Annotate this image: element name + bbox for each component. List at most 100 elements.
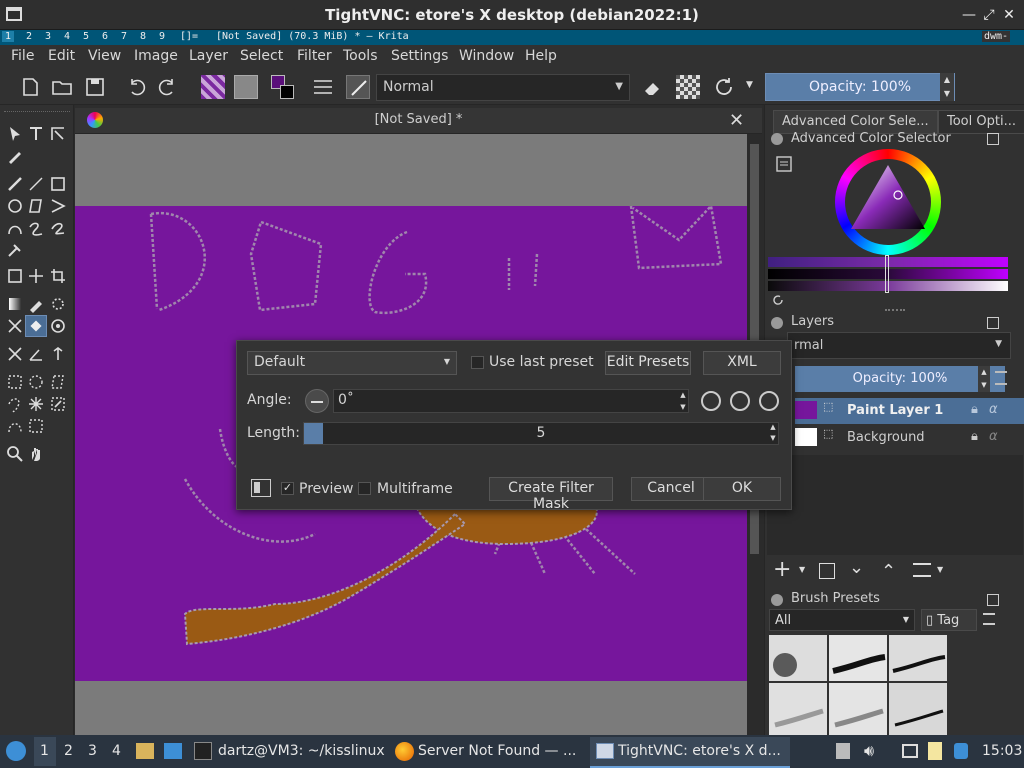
bluetooth-icon[interactable]: [954, 743, 968, 759]
enclose-fill-tool-icon[interactable]: [49, 317, 67, 335]
angle-snap-icon[interactable]: [701, 391, 721, 411]
pattern-icon[interactable]: [234, 75, 258, 99]
dwm-tag-6[interactable]: 6: [102, 31, 108, 42]
xml-button[interactable]: XML: [703, 351, 781, 375]
float-docker-icon[interactable]: [987, 133, 999, 145]
menu-help[interactable]: Help: [525, 48, 557, 64]
move-tool-icon[interactable]: [27, 267, 45, 285]
network-icon[interactable]: [902, 744, 918, 758]
bezier-select-tool-icon[interactable]: [6, 417, 24, 435]
workspace-4[interactable]: 4: [112, 743, 121, 759]
layer-row-paint-layer-1[interactable]: ⬚ Paint Layer 1 🔒︎ α: [795, 398, 1024, 424]
undo-icon[interactable]: [124, 75, 148, 99]
magnetic-select-tool-icon[interactable]: [27, 417, 45, 435]
edit-shapes-tool-icon[interactable]: [49, 125, 67, 143]
gradient-tool-icon[interactable]: [6, 295, 24, 313]
task-terminal[interactable]: dartz@VM3: ~/kisslinux: [218, 743, 385, 759]
length-slider[interactable]: 5: [303, 422, 779, 445]
dwm-tag-4[interactable]: 4: [64, 31, 70, 42]
file-manager-icon[interactable]: [136, 743, 154, 759]
calligraphy-tool-icon[interactable]: [6, 147, 24, 165]
crop-tool-icon[interactable]: [49, 267, 67, 285]
angle-rotate-icon[interactable]: [730, 391, 750, 411]
brush-filter-select[interactable]: All ▼: [769, 609, 915, 631]
docker-lock-icon[interactable]: [771, 317, 783, 329]
layer-menu-icon[interactable]: [995, 371, 1007, 385]
pan-tool-icon[interactable]: [27, 445, 45, 463]
layer-row-background[interactable]: ⬚ Background 🔒︎ α: [795, 425, 1024, 451]
edit-presets-button[interactable]: Edit Presets: [605, 351, 691, 375]
polygon-select-tool-icon[interactable]: [49, 373, 67, 391]
docker-lock-icon[interactable]: [771, 594, 783, 606]
move-layer-up-icon[interactable]: ⌃: [881, 561, 896, 582]
color-wheel[interactable]: [835, 149, 941, 255]
menu-image[interactable]: Image: [134, 48, 178, 64]
tightvnc-icon[interactable]: [596, 743, 614, 759]
gradient-icon[interactable]: [201, 75, 225, 99]
duplicate-layer-icon[interactable]: [819, 563, 835, 579]
angle-input[interactable]: 0˚: [333, 389, 689, 413]
cancel-button[interactable]: Cancel: [631, 477, 711, 501]
lock-icon[interactable]: 🔒︎: [971, 402, 978, 417]
multiframe-checkbox[interactable]: [358, 482, 371, 495]
add-layer-icon[interactable]: +: [773, 557, 791, 582]
dwm-tag-1[interactable]: 1: [2, 31, 14, 42]
similar-select-tool-icon[interactable]: [49, 395, 67, 413]
start-menu-icon[interactable]: [6, 741, 26, 761]
float-docker-icon[interactable]: [987, 594, 999, 606]
dwm-tag-9[interactable]: 9: [159, 31, 165, 42]
chevron-down-icon[interactable]: ▼: [799, 565, 805, 574]
menu-tools[interactable]: Tools: [343, 48, 378, 64]
ellipse-tool-icon[interactable]: [6, 197, 24, 215]
smart-patch-tool-icon[interactable]: [49, 295, 67, 313]
move-layer-down-icon[interactable]: ⌄: [849, 557, 864, 578]
rectangle-select-tool-icon[interactable]: [6, 373, 24, 391]
eraser-icon[interactable]: [640, 75, 664, 99]
color-selector-settings-icon[interactable]: [775, 155, 793, 173]
transform-tool-icon[interactable]: [6, 267, 24, 285]
fullscreen-icon[interactable]: ⤢: [980, 6, 998, 24]
color-picker-tool-icon[interactable]: [27, 295, 45, 313]
float-docker-icon[interactable]: [987, 317, 999, 329]
layer-blend-mode-select[interactable]: rmal ▼: [787, 332, 1011, 359]
brush-preset-icon[interactable]: [346, 75, 370, 99]
open-folder-icon[interactable]: [50, 75, 74, 99]
dwm-tag-7[interactable]: 7: [121, 31, 127, 42]
line-tool-icon[interactable]: [27, 175, 45, 193]
freehand-path-tool-icon[interactable]: [27, 219, 45, 237]
multibrush-tool-icon[interactable]: [6, 241, 24, 259]
menu-settings[interactable]: Settings: [391, 48, 448, 64]
dwm-tag-2[interactable]: 2: [26, 31, 32, 42]
layer-opacity-slider[interactable]: Opacity: 100%: [795, 366, 1005, 392]
docker-lock-icon[interactable]: [771, 133, 783, 145]
opacity-spin-buttons[interactable]: ▲ ▼: [940, 73, 954, 101]
use-last-preset-checkbox[interactable]: [471, 356, 484, 369]
dwm-tag-8[interactable]: 8: [140, 31, 146, 42]
select-shapes-tool-icon[interactable]: [6, 125, 24, 143]
text-tool-icon[interactable]: [27, 125, 45, 143]
foreground-background-color-icon[interactable]: [271, 75, 295, 99]
preset-menu-icon[interactable]: [983, 613, 995, 625]
multiframe-label[interactable]: Multiframe: [377, 481, 453, 497]
layer-opacity-spin[interactable]: ▲ ▼: [978, 366, 990, 392]
terminal-icon[interactable]: [194, 742, 212, 760]
tag-button[interactable]: ▯ Tag: [921, 609, 977, 631]
menu-edit[interactable]: Edit: [48, 48, 75, 64]
transparency-lock-icon[interactable]: [676, 75, 700, 99]
angle-spin-buttons[interactable]: ▲ ▼: [677, 389, 689, 413]
close-icon[interactable]: ✕: [1000, 6, 1018, 24]
splitter-grip[interactable]: [885, 309, 905, 311]
dynamic-brush-tool-icon[interactable]: [49, 219, 67, 237]
chevron-down-icon[interactable]: ▼: [937, 565, 943, 574]
fill-tool-icon[interactable]: [25, 315, 47, 337]
workspace-2[interactable]: 2: [64, 743, 73, 759]
tray-up-icon[interactable]: [836, 743, 850, 759]
blend-mode-select[interactable]: Normal ▼: [376, 74, 630, 101]
volume-icon[interactable]: 🔊︎: [864, 741, 874, 761]
reference-tool-icon[interactable]: [49, 345, 67, 363]
angle-flip-icon[interactable]: [759, 391, 779, 411]
preview-label[interactable]: Preview: [299, 481, 354, 497]
minimize-icon[interactable]: —: [960, 6, 978, 24]
task-tightvnc[interactable]: TightVNC: etore's X d...: [618, 743, 781, 759]
opacity-slider[interactable]: Opacity: 100%: [765, 73, 955, 101]
